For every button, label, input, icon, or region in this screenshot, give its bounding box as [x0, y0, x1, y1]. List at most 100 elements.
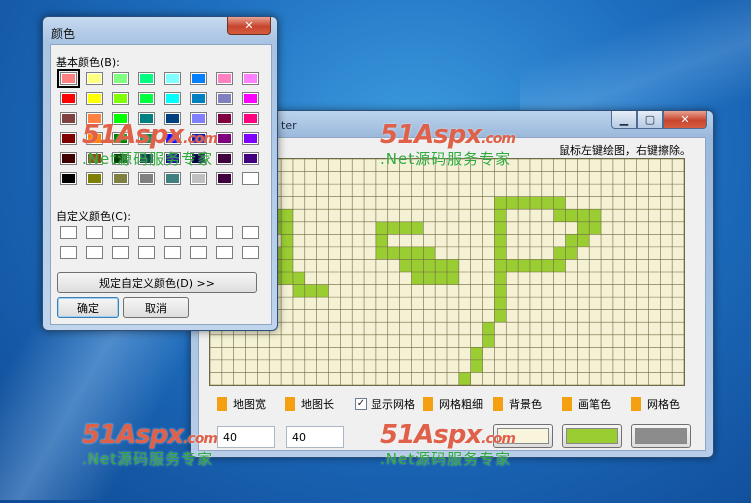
label-marker	[493, 397, 503, 411]
custom-color-swatch[interactable]	[190, 246, 207, 259]
cancel-button[interactable]: 取消	[123, 297, 189, 318]
painted-cell	[577, 221, 590, 235]
painted-cell	[541, 259, 554, 272]
background-color-button[interactable]	[493, 424, 553, 448]
basic-color-swatch[interactable]	[164, 92, 181, 105]
drawing-grid[interactable]	[209, 158, 685, 386]
custom-color-swatch[interactable]	[242, 246, 259, 259]
basic-color-swatch[interactable]	[138, 132, 155, 145]
custom-color-swatch[interactable]	[60, 226, 77, 239]
custom-color-swatch[interactable]	[86, 246, 103, 259]
custom-color-swatch[interactable]	[242, 226, 259, 239]
painted-cell	[281, 259, 293, 272]
custom-color-swatch[interactable]	[112, 246, 129, 259]
pen-color-button[interactable]	[562, 424, 622, 448]
custom-color-swatch[interactable]	[112, 226, 129, 239]
basic-color-swatch[interactable]	[242, 132, 259, 145]
basic-color-swatch[interactable]	[164, 152, 181, 165]
painted-cell	[553, 209, 566, 222]
basic-color-swatch[interactable]	[60, 112, 77, 125]
basic-color-swatch[interactable]	[242, 152, 259, 165]
basic-color-swatch[interactable]	[242, 172, 259, 185]
basic-color-swatch[interactable]	[112, 172, 129, 185]
basic-color-swatch[interactable]	[216, 92, 233, 105]
grid-color-option: 网格色	[631, 394, 680, 414]
custom-color-swatch[interactable]	[216, 246, 233, 259]
basic-color-swatch[interactable]	[138, 92, 155, 105]
basic-color-swatch[interactable]	[190, 152, 207, 165]
basic-color-swatch[interactable]	[216, 112, 233, 125]
painted-cell	[387, 221, 400, 235]
basic-color-swatch[interactable]	[112, 132, 129, 145]
ok-button[interactable]: 确定	[57, 297, 119, 318]
basic-color-swatch[interactable]	[86, 112, 103, 125]
painted-cell	[292, 272, 305, 285]
map-height-input[interactable]	[286, 426, 344, 448]
basic-color-swatch[interactable]	[57, 69, 80, 88]
dialog-close-button[interactable]: ✕	[227, 17, 271, 35]
pen-color-option: 画笔色	[562, 394, 611, 414]
basic-color-swatch[interactable]	[190, 172, 207, 185]
custom-color-swatch[interactable]	[60, 246, 77, 259]
basic-color-swatch[interactable]	[164, 112, 181, 125]
basic-color-swatch[interactable]	[86, 152, 103, 165]
basic-color-swatch[interactable]	[190, 112, 207, 125]
custom-color-swatch[interactable]	[138, 246, 155, 259]
basic-color-swatch[interactable]	[216, 152, 233, 165]
basic-color-swatch[interactable]	[86, 172, 103, 185]
basic-color-swatch[interactable]	[190, 92, 207, 105]
basic-color-swatch[interactable]	[86, 92, 103, 105]
custom-color-swatch[interactable]	[216, 226, 233, 239]
show-grid-checkbox[interactable]: ✓	[355, 398, 367, 410]
painted-cell	[411, 272, 424, 285]
basic-color-swatch[interactable]	[216, 172, 233, 185]
basic-color-swatch[interactable]	[138, 152, 155, 165]
custom-color-swatch[interactable]	[190, 226, 207, 239]
painted-cell	[375, 246, 388, 260]
custom-color-swatch[interactable]	[164, 226, 181, 239]
painted-cell	[423, 246, 436, 260]
grid-color-button[interactable]	[631, 424, 691, 448]
map-width-input[interactable]	[217, 426, 275, 448]
custom-color-swatch[interactable]	[164, 246, 181, 259]
painted-cell	[565, 234, 578, 247]
basic-color-swatch[interactable]	[86, 132, 103, 145]
basic-color-swatch[interactable]	[242, 72, 259, 85]
basic-color-swatch[interactable]	[216, 132, 233, 145]
custom-color-swatch[interactable]	[138, 226, 155, 239]
basic-color-swatch[interactable]	[164, 72, 181, 85]
painted-cell	[281, 234, 293, 247]
basic-color-swatch[interactable]	[164, 172, 181, 185]
basic-color-swatch[interactable]	[112, 112, 129, 125]
basic-color-swatch[interactable]	[112, 92, 129, 105]
basic-color-swatch[interactable]	[242, 92, 259, 105]
basic-color-swatch[interactable]	[60, 132, 77, 145]
basic-color-swatch[interactable]	[60, 92, 77, 105]
basic-color-swatch[interactable]	[242, 112, 259, 125]
basic-color-swatch[interactable]	[112, 152, 129, 165]
grid-thickness-option: 网格粗细	[423, 394, 487, 414]
dialog-title: 颜色	[51, 27, 76, 41]
basic-color-swatch[interactable]	[138, 112, 155, 125]
basic-color-swatch[interactable]	[138, 172, 155, 185]
basic-color-swatch[interactable]	[112, 72, 129, 85]
custom-color-swatch[interactable]	[86, 226, 103, 239]
basic-color-swatch[interactable]	[60, 152, 77, 165]
basic-color-swatch[interactable]	[138, 72, 155, 85]
basic-color-swatch[interactable]	[164, 132, 181, 145]
minimize-button[interactable]: ▁	[611, 111, 637, 129]
window-title: ter	[281, 119, 297, 132]
close-icon: ✕	[680, 113, 690, 126]
close-button[interactable]: ✕	[663, 111, 707, 129]
show-grid-option[interactable]: ✓ 显示网格	[355, 394, 421, 414]
maximize-button[interactable]: ▢	[637, 111, 663, 129]
pen-color-preview	[566, 428, 618, 444]
define-custom-colors-button[interactable]: 规定自定义颜色(D) >>	[57, 272, 257, 293]
label-marker	[217, 397, 227, 411]
basic-color-swatch[interactable]	[216, 72, 233, 85]
basic-color-swatch[interactable]	[60, 172, 77, 185]
basic-color-swatch[interactable]	[86, 72, 103, 85]
basic-color-swatch[interactable]	[190, 72, 207, 85]
basic-color-swatch[interactable]	[190, 132, 207, 145]
painted-cell	[316, 284, 329, 298]
